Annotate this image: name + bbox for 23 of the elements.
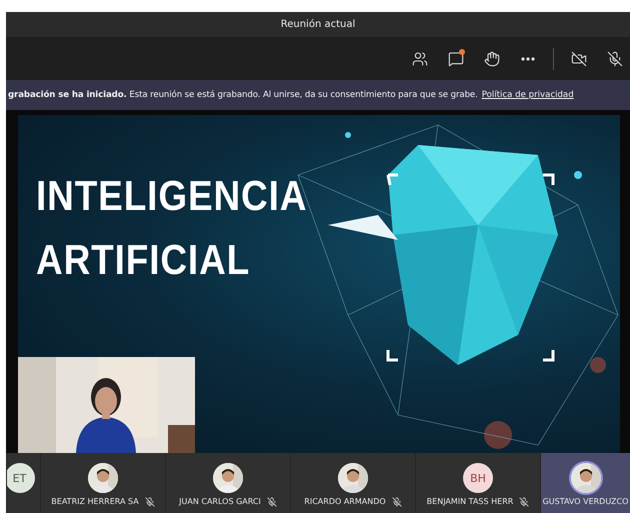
mic-off-icon (392, 496, 402, 506)
participant-name: GUSTAVO VERDUZCO (542, 496, 628, 507)
participant-name: JUAN CARLOS GARCI (179, 496, 261, 507)
participant-avatar: ET (7, 463, 34, 493)
slide-title: INTELIGENCIA (36, 173, 308, 219)
participant-avatar: BH (463, 463, 493, 493)
chat-icon (448, 50, 464, 66)
privacy-link[interactable]: Política de privacidad (482, 90, 574, 100)
more-icon (521, 56, 535, 60)
people-icon (412, 50, 428, 66)
participant-name: BEATRIZ HERRERA SA (51, 496, 139, 507)
participant-tile[interactable]: GUSTAVO VERDUZCO (540, 453, 630, 513)
camera-off-icon (571, 50, 587, 66)
mic-off-icon (607, 50, 623, 66)
participant-name: BENJAMIN TASS HERR (426, 496, 514, 507)
recording-notice: grabación se ha iniciado. Esta reunión se está grabando. Al unirse, da su consentimiento para que se grabe. (8, 90, 478, 100)
participant-name: RICARDO ARMANDO (304, 496, 386, 507)
slide-title: ARTIFICIAL (36, 237, 250, 283)
hand-icon (484, 50, 500, 66)
mic-off-icon (266, 496, 277, 506)
mic-off-icon (519, 496, 530, 506)
window-title: Reunión actual (280, 19, 356, 30)
mic-off-icon (144, 496, 155, 506)
